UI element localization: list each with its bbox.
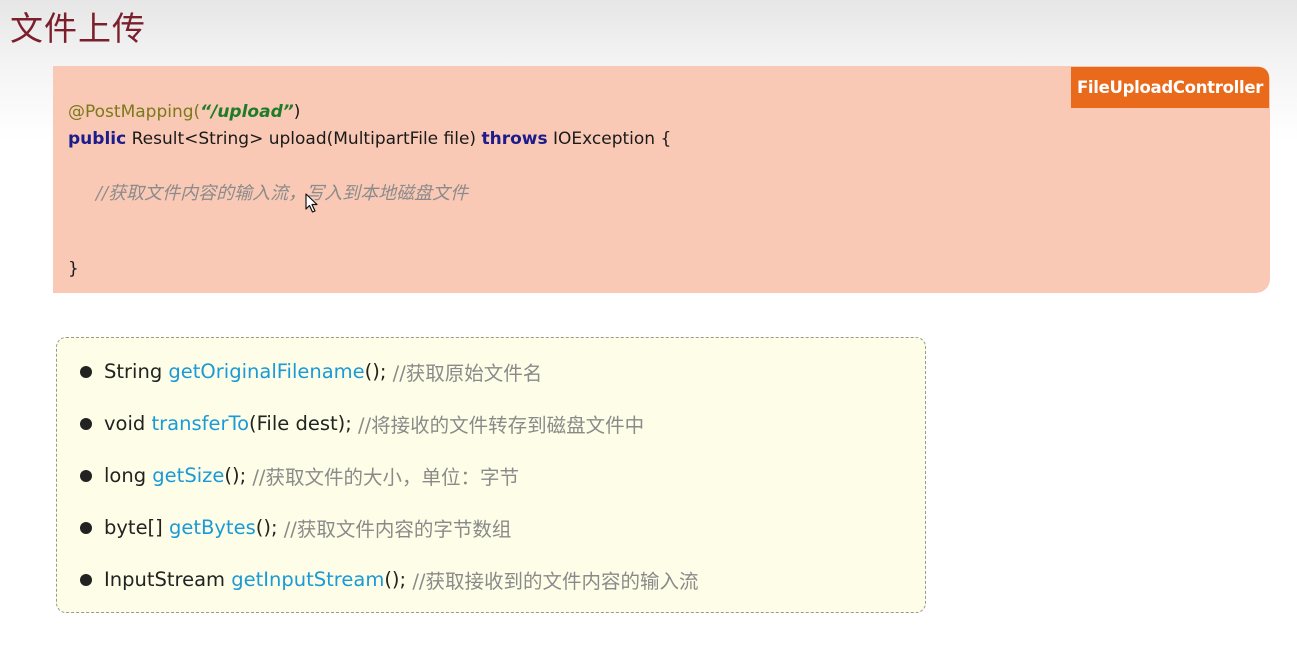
return-type: long <box>104 464 153 487</box>
keyword-throws: throws <box>481 129 548 149</box>
class-name-tag: FileUploadController <box>1071 67 1269 108</box>
method-args: (); <box>384 568 413 591</box>
bullet-dot-icon <box>80 365 92 378</box>
bullet-dot-icon <box>80 417 92 430</box>
list-item: InputStream getInputStream (); //获取接收到的文件… <box>80 565 698 594</box>
method-name: getOriginalFilename <box>168 360 365 383</box>
method-comment: //获取原始文件名 <box>392 362 543 385</box>
list-item: void transferTo (File dest); //将接收的文件转存到磁… <box>80 409 644 438</box>
list-item: long getSize (); //获取文件的大小，单位：字节 <box>80 461 519 490</box>
signature-tail: IOException { <box>547 129 672 149</box>
method-args: (File dest); <box>249 412 359 435</box>
method-comment: //获取接收到的文件内容的输入流 <box>412 570 699 593</box>
bullet-dot-icon <box>80 573 92 586</box>
method-args: (); <box>255 516 284 539</box>
list-item: byte[] getBytes (); //获取文件内容的字节数组 <box>80 513 511 542</box>
mapping-path: “/upload” <box>200 102 294 122</box>
keyword-public: public <box>68 129 127 149</box>
code-line-annotation: @PostMapping(“/upload”) <box>68 102 300 122</box>
bullet-dot-icon <box>80 521 92 534</box>
method-comment: //将接收的文件转存到磁盘文件中 <box>358 414 645 437</box>
method-name: getSize <box>152 464 225 487</box>
method-args: (); <box>364 360 393 383</box>
list-item: String getOriginalFilename (); //获取原始文件名 <box>80 357 542 386</box>
return-type: String <box>104 360 169 383</box>
return-type: InputStream <box>104 568 232 591</box>
method-name: getInputStream <box>231 568 385 591</box>
method-comment: //获取文件的大小，单位：字节 <box>252 466 519 489</box>
code-comment: //获取文件内容的输入流，写入到本地磁盘文件 <box>96 183 469 204</box>
return-type: void <box>104 412 152 435</box>
method-name: getBytes <box>168 516 256 539</box>
mouse-pointer-icon <box>305 193 318 213</box>
annotation-text: @PostMapping( <box>68 102 201 122</box>
annotation-close: ) <box>293 102 301 122</box>
return-type: byte[] <box>104 516 169 539</box>
method-args: (); <box>224 464 253 487</box>
code-closing-brace: } <box>68 259 79 279</box>
method-name: transferTo <box>151 412 250 435</box>
code-line-signature: public Result<String> upload(MultipartFi… <box>68 129 671 149</box>
bullet-dot-icon <box>80 469 92 482</box>
method-comment: //获取文件内容的字节数组 <box>283 518 512 541</box>
method-signature: Result<String> upload(MultipartFile file… <box>126 129 482 149</box>
slide-title: 文件上传 <box>10 9 146 48</box>
